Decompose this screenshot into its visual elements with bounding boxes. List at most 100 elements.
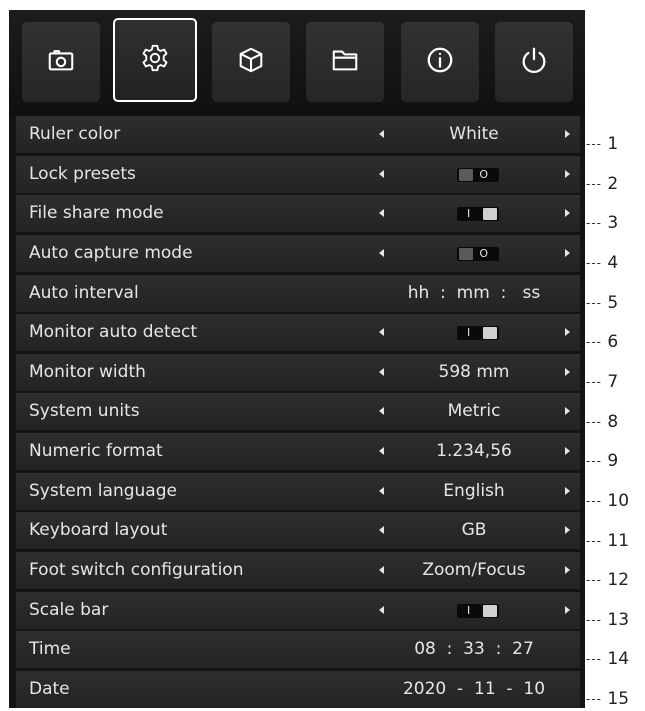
setting-row[interactable]: File share mode I <box>16 195 580 233</box>
setting-row[interactable]: System units Metric <box>16 393 580 431</box>
setting-row[interactable]: Foot switch configuration Zoom/Focus <box>16 552 580 590</box>
setting-row[interactable]: Time 08 : 33 : 27 <box>16 631 580 669</box>
setting-row[interactable]: Numeric format 1.234,56 <box>16 433 580 471</box>
arrow-left-icon[interactable] <box>379 130 384 138</box>
callout-label: --- 13 <box>586 610 629 630</box>
arrow-right-icon[interactable] <box>565 407 570 416</box>
setting-row[interactable]: Lock presets O <box>16 155 580 193</box>
arrow-right-icon[interactable] <box>565 169 570 178</box>
tab-3d[interactable] <box>212 22 290 102</box>
arrow-left-icon[interactable] <box>379 605 384 614</box>
arrow-left-icon[interactable] <box>379 526 384 535</box>
arrow-left-icon[interactable] <box>379 209 384 218</box>
arrow-left-icon[interactable] <box>379 447 384 456</box>
toggle-switch[interactable]: O <box>457 246 499 261</box>
toggle-mark: I <box>467 603 471 617</box>
arrow-right-icon[interactable] <box>565 447 570 456</box>
arrow-left-icon[interactable] <box>379 328 384 337</box>
callout-label: --- 5 <box>586 293 618 313</box>
callout-label: --- 10 <box>586 491 629 511</box>
setting-row[interactable]: System language English <box>16 472 580 510</box>
arrow-right-icon[interactable] <box>565 130 570 138</box>
setting-row[interactable]: Auto capture mode O <box>16 234 580 272</box>
toggle-switch[interactable]: I <box>457 603 499 618</box>
arrow-right-icon[interactable] <box>565 328 570 337</box>
arrow-right-icon[interactable] <box>565 566 570 575</box>
setting-value: Metric <box>447 401 501 422</box>
callout-label: --- 12 <box>586 570 629 590</box>
arrow-left-icon[interactable] <box>379 566 384 575</box>
settings-list: Ruler color White Lock presets O File share … <box>16 116 580 711</box>
arrow-right-icon[interactable] <box>565 486 570 495</box>
callout-leader: --- <box>586 652 602 667</box>
toggle-mark: O <box>479 167 488 181</box>
toggle-knob <box>459 168 473 181</box>
setting-row[interactable]: Auto interval hh : mm : ss <box>16 274 580 312</box>
callout-number: 3 <box>607 213 619 234</box>
toggle-mark: I <box>467 326 471 340</box>
arrow-right-icon[interactable] <box>565 367 570 376</box>
callout-leader: --- <box>586 137 602 151</box>
setting-value: 1.234,56 <box>436 441 512 462</box>
tab-settings[interactable] <box>113 18 197 102</box>
arrow-right-icon[interactable] <box>565 605 570 614</box>
callout-number: 11 <box>607 530 630 551</box>
callout-label: --- 9 <box>586 451 618 471</box>
setting-row[interactable]: Date 2020 - 11 - 10 <box>16 670 580 708</box>
toggle-switch[interactable]: I <box>457 207 499 222</box>
time-field[interactable]: hh : mm : ss <box>368 275 580 312</box>
time-field[interactable]: 08 : 33 : 27 <box>368 631 580 668</box>
setting-label: Foot switch configuration <box>29 560 244 581</box>
toggle-switch[interactable]: I <box>457 326 499 341</box>
callout-leader: --- <box>586 255 602 270</box>
setting-row[interactable]: Monitor width 598 mm <box>16 353 580 391</box>
arrow-left-icon[interactable] <box>379 248 384 257</box>
tab-files[interactable] <box>306 22 384 102</box>
callout-number: 10 <box>607 490 630 511</box>
arrow-right-icon[interactable] <box>565 209 570 218</box>
callout-leader: --- <box>586 493 602 508</box>
callout-leader: --- <box>586 533 602 548</box>
arrow-left-icon[interactable] <box>379 367 384 376</box>
callout-number: 1 <box>607 134 619 154</box>
setting-label: Lock presets <box>29 163 136 184</box>
tab-info[interactable] <box>401 22 479 102</box>
tab-power[interactable] <box>495 22 573 102</box>
toggle-knob <box>483 208 497 221</box>
callout-leader: --- <box>586 692 602 707</box>
setting-row[interactable]: Keyboard layout GB <box>16 512 580 550</box>
setting-row[interactable]: Ruler color White <box>16 116 580 153</box>
toggle-switch[interactable]: O <box>457 167 499 182</box>
arrow-left-icon[interactable] <box>379 407 384 416</box>
callout-label: --- 7 <box>586 372 618 392</box>
callout-label: --- 14 <box>586 649 629 669</box>
toggle-knob <box>459 247 473 260</box>
setting-row[interactable]: Monitor auto detect I <box>16 314 580 352</box>
arrow-left-icon[interactable] <box>379 169 384 178</box>
setting-value: English <box>443 480 505 501</box>
callout-number: 8 <box>607 411 619 432</box>
setting-label: Auto capture mode <box>29 242 193 263</box>
toggle-mark: I <box>467 207 471 221</box>
setting-label: Ruler color <box>29 124 121 144</box>
arrow-left-icon[interactable] <box>379 486 384 495</box>
callout-leader: --- <box>586 573 602 588</box>
callout-leader: --- <box>586 216 602 231</box>
callout-leader: --- <box>586 612 602 627</box>
info-icon <box>425 45 455 79</box>
tab-camera[interactable] <box>22 22 100 102</box>
setting-value: GB <box>461 520 487 541</box>
toggle-knob <box>483 327 497 340</box>
setting-label: Monitor auto detect <box>29 322 198 343</box>
setting-label: System language <box>29 480 177 501</box>
setting-label: Monitor width <box>29 361 146 382</box>
time-field[interactable]: 2020 - 11 - 10 <box>368 671 580 708</box>
settings-panel: Ruler color White Lock presets O File share … <box>9 10 585 708</box>
setting-label: File share mode <box>29 203 164 224</box>
arrow-right-icon[interactable] <box>565 248 570 257</box>
arrow-right-icon[interactable] <box>565 526 570 535</box>
folder-icon <box>330 45 360 79</box>
callout-leader: --- <box>586 414 602 429</box>
callout-number: 5 <box>607 292 619 313</box>
setting-row[interactable]: Scale bar I <box>16 591 580 629</box>
